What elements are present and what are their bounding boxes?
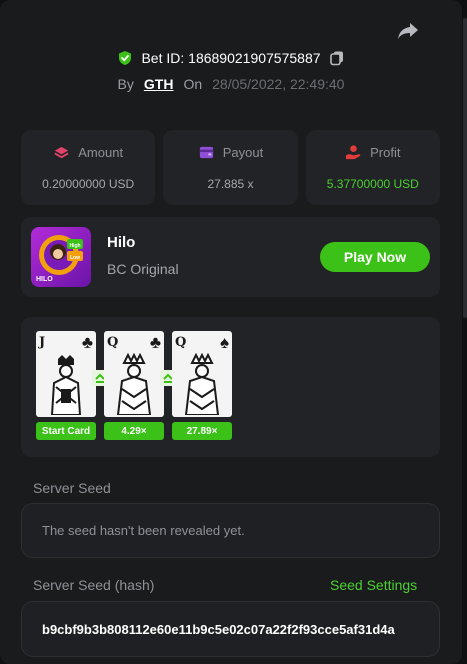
profit-hand-icon [346,145,361,160]
bet-stats: Amount 0.20000000 USD Payout 27.885 x Pr… [21,130,440,205]
stat-value: 0.20000000 USD [42,177,135,191]
game-name: Hilo [107,234,136,251]
bet-id: Bet ID: 18689021907575887 [141,50,321,66]
thumb-low: Low [70,255,80,261]
playing-card: Q ♠ [172,331,232,417]
on-label: On [183,76,203,92]
bet-id-row: Bet ID: 18689021907575887 [0,50,462,66]
thumb-title: HILO [36,276,53,283]
playing-card: J ♣ [36,331,96,417]
card-rank: Q [107,335,119,350]
card-slot: Q ♣ 4.29× [104,331,164,440]
server-seed-hash-label: Server Seed (hash) [33,577,155,593]
card-label: 4.29× [104,422,164,440]
bet-details-panel: Bet ID: 18689021907575887 By GTH On 28/0… [0,0,462,664]
game-subtitle: BC Original [107,261,179,277]
stat-profit: Profit 5.37700000 USD [305,130,440,205]
thumb-high: High [69,243,80,249]
card-slot: Q ♠ 27.89× [172,331,232,440]
stat-value: 27.885 x [207,177,254,191]
seed-settings-link[interactable]: Seed Settings [330,577,417,593]
card-rank: Q [175,335,187,350]
server-seed-field[interactable]: The seed hasn't been revealed yet. [21,503,440,558]
bet-date: 28/05/2022, 22:49:40 [212,76,345,92]
queen-figure-icon [116,353,152,415]
bet-meta-row: By GTH On 28/05/2022, 22:49:40 [0,76,462,92]
scrollbar-thumb[interactable] [463,18,467,318]
card-suit: ♣ [149,333,161,352]
card-suit: ♣ [81,333,93,352]
verified-shield-icon [119,51,132,65]
card-rank: J [39,335,46,350]
by-label: By [117,76,134,92]
coins-icon [54,146,69,159]
server-seed-hash-field[interactable]: b9cbf9b3b808112e60e11b9c5e02c07a22f2f93c… [21,601,440,657]
copy-icon[interactable] [329,50,345,66]
card-label: Start Card [36,422,96,440]
queen-figure-icon [184,353,220,415]
cards-history: J ♣ Start Card Q ♣ 4.29× Q ♠ 27.89× [21,317,440,457]
stat-payout: Payout 27.885 x [163,130,298,205]
stat-value: 5.37700000 USD [326,177,419,191]
card-suit: ♠ [219,333,229,352]
playing-card: Q ♣ [104,331,164,417]
stat-amount: Amount 0.20000000 USD [21,130,156,205]
stat-label: Amount [78,145,124,160]
game-card: High Low HILO Hilo BC Original Play Now [21,217,440,297]
jack-figure-icon [50,355,82,415]
scrollbar-track[interactable] [462,0,467,664]
stat-label: Profit [370,145,401,160]
hilo-thumbnail[interactable]: High Low HILO [31,227,91,287]
card-label: 27.89× [172,422,232,440]
share-icon[interactable] [396,18,420,42]
wallet-icon [199,146,213,159]
server-seed-label: Server Seed [33,480,111,496]
card-slot: J ♣ Start Card [36,331,96,440]
play-now-button[interactable]: Play Now [320,242,430,272]
username-link[interactable]: GTH [144,76,174,92]
stat-label: Payout [222,145,264,160]
